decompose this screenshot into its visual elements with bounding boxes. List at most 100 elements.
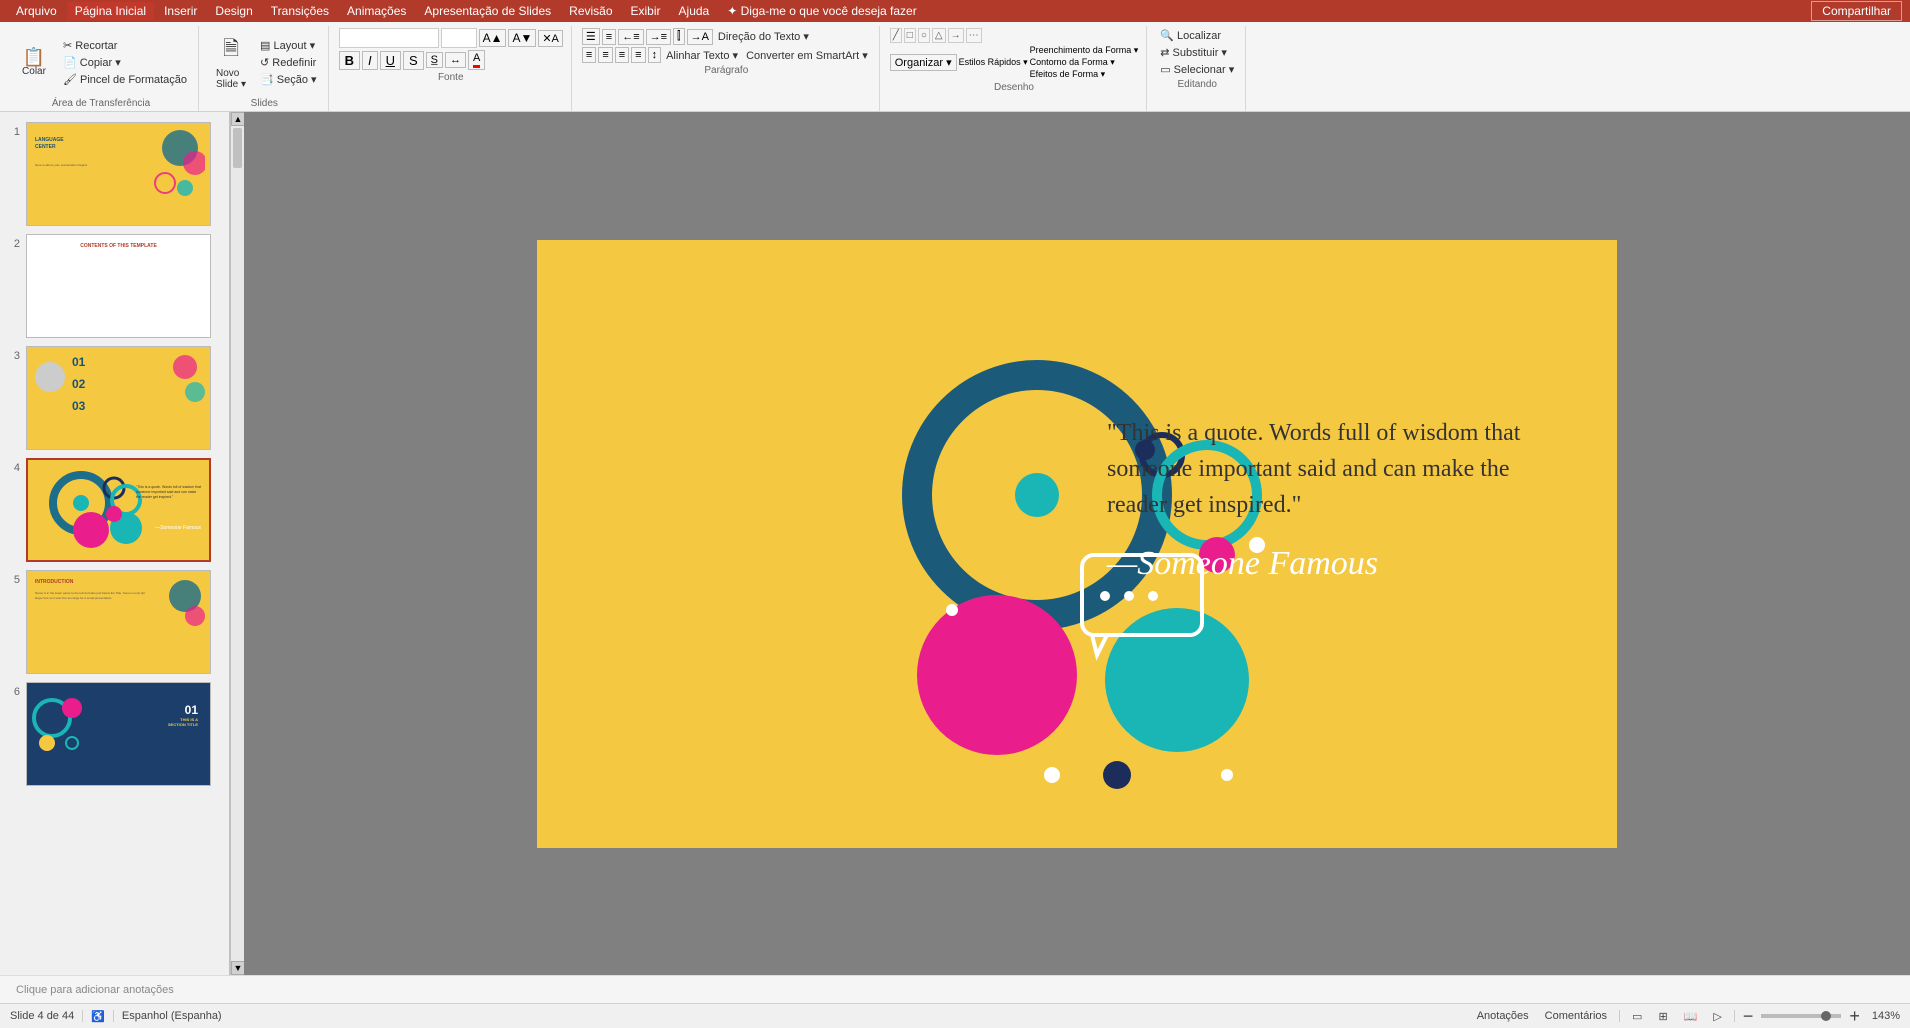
bullet-list-button[interactable]: ☰: [582, 28, 600, 45]
slide-img-1[interactable]: LANGUAGECENTER Here is where your presen…: [26, 122, 211, 226]
line-spacing-button[interactable]: ↕: [648, 47, 662, 63]
shape-more[interactable]: ⋯: [966, 28, 982, 43]
shadow-button[interactable]: S̲: [426, 52, 443, 68]
layout-button[interactable]: ▤ Layout ▾: [257, 38, 320, 53]
scroll-down-button[interactable]: ▼: [231, 961, 245, 975]
slide-thumb-3[interactable]: 3 01 02 03: [4, 344, 225, 452]
decrease-font-button[interactable]: A▼: [508, 29, 536, 47]
normal-view-button[interactable]: ▭: [1628, 1010, 1646, 1023]
arrange-button[interactable]: Organizar ▾: [890, 54, 957, 71]
text-dir-button[interactable]: →A: [687, 29, 713, 45]
scroll-up-button[interactable]: ▲: [231, 112, 245, 126]
clear-format-button[interactable]: ✕A: [538, 30, 563, 47]
convert-smartart-button[interactable]: Converter em SmartArt ▾: [743, 48, 871, 63]
shape-tri[interactable]: △: [932, 28, 946, 43]
section-button[interactable]: 📑 Seção ▾: [257, 72, 320, 87]
slide-canvas[interactable]: "This is a quote. Words full of wisdom t…: [537, 240, 1617, 848]
canvas-area[interactable]: "This is a quote. Words full of wisdom t…: [244, 112, 1910, 975]
font-color-button[interactable]: A: [468, 50, 485, 70]
slide-sorter-button[interactable]: ⊞: [1654, 1010, 1671, 1023]
slide-panel-scrollbar[interactable]: ▲ ▼: [230, 112, 244, 975]
cut-button[interactable]: ✂ Recortar: [60, 38, 190, 53]
menu-arquivo[interactable]: Arquivo: [8, 2, 65, 20]
notes-button[interactable]: Anotações: [1473, 1010, 1533, 1022]
slide-num-2: 2: [6, 238, 20, 250]
shape-rect[interactable]: □: [904, 28, 916, 43]
slide-thumb-1[interactable]: 1 LANGUAGECENTER Here is where your pres…: [4, 120, 225, 228]
comments-button[interactable]: Comentários: [1541, 1010, 1611, 1022]
accessibility-icon[interactable]: ♿: [91, 1010, 105, 1023]
align-right-button[interactable]: ≡: [615, 47, 629, 63]
outline-button[interactable]: Contorno da Forma ▾: [1030, 57, 1139, 68]
zoom-slider[interactable]: [1761, 1014, 1841, 1018]
fill-button[interactable]: Preenchimento da Forma ▾: [1030, 45, 1139, 56]
copy-button[interactable]: 📄 Copiar ▾: [60, 55, 190, 70]
menu-apresentacao[interactable]: Apresentação de Slides: [416, 2, 559, 20]
decrease-indent-button[interactable]: ←≡: [618, 29, 643, 45]
menu-revisao[interactable]: Revisão: [561, 2, 620, 20]
slide-img-4[interactable]: "This is a quote. Words full of wisdom t…: [26, 458, 211, 562]
paste-button[interactable]: 📋 Colar: [12, 33, 56, 91]
notes-placeholder[interactable]: Clique para adicionar anotações: [16, 984, 174, 996]
scroll-thumb[interactable]: [233, 128, 242, 168]
menu-ajuda[interactable]: Ajuda: [671, 2, 718, 20]
slide-img-3[interactable]: 01 02 03: [26, 346, 211, 450]
slide-img-2[interactable]: CONTENTS OF THIS TEMPLATE: [26, 234, 211, 338]
paste-label: Colar: [22, 66, 46, 77]
italic-button[interactable]: I: [362, 51, 378, 70]
num-list-button[interactable]: ≡: [602, 29, 616, 45]
menu-diga[interactable]: ✦ Diga-me o que você deseja fazer: [719, 2, 925, 20]
new-slide-button[interactable]: 🗎 NovoSlide ▾: [209, 33, 253, 91]
s5-content: Name is in the lower panel to the left a…: [35, 591, 150, 600]
menu-animacoes[interactable]: Animações: [339, 2, 414, 20]
align-left-button[interactable]: ≡: [582, 47, 596, 63]
s3-num3: 03: [72, 399, 85, 413]
reading-view-button[interactable]: 📖: [1680, 1010, 1702, 1023]
menu-inserir[interactable]: Inserir: [156, 2, 205, 20]
slide-img-6[interactable]: 01 THIS IS ASECTION TITLE: [26, 682, 211, 786]
quote-area: "This is a quote. Words full of wisdom t…: [1107, 415, 1547, 583]
share-button[interactable]: Compartilhar: [1811, 1, 1902, 21]
find-button[interactable]: 🔍 Localizar: [1157, 28, 1237, 43]
font-controls: A▲ A▼ ✕A B I U S S̲ ↔ A: [339, 28, 563, 70]
replace-button[interactable]: ⇄ Substituir ▾: [1157, 45, 1237, 60]
text-direction-button[interactable]: Direção do Texto ▾: [715, 29, 812, 44]
bold-button[interactable]: B: [339, 51, 360, 70]
spacing-button[interactable]: ↔: [445, 52, 466, 68]
zoom-in-button[interactable]: +: [1849, 1006, 1860, 1027]
select-button[interactable]: ▭ Selecionar ▾: [1157, 62, 1237, 77]
shape-arrow[interactable]: →: [948, 28, 964, 43]
reset-button[interactable]: ↺ Redefinir: [257, 55, 320, 70]
increase-indent-button[interactable]: →≡: [646, 29, 671, 45]
justify-button[interactable]: ≡: [631, 47, 645, 63]
align-center-button[interactable]: ≡: [598, 47, 612, 63]
scroll-thumb-area[interactable]: [231, 126, 244, 961]
increase-font-button[interactable]: A▲: [479, 29, 507, 47]
shape-circle[interactable]: ○: [918, 28, 930, 43]
notes-bar[interactable]: Clique para adicionar anotações: [0, 975, 1910, 1003]
col-button[interactable]: ⫿: [673, 28, 685, 45]
font-size-input[interactable]: [441, 28, 477, 48]
font-family-input[interactable]: [339, 28, 439, 48]
menu-design[interactable]: Design: [207, 2, 260, 20]
menu-transicoes[interactable]: Transições: [263, 2, 337, 20]
slide-img-5[interactable]: INTRODUCTION Name is in the lower panel …: [26, 570, 211, 674]
quick-style-a[interactable]: Estilos Rápidos ▾: [959, 57, 1028, 68]
underline-button[interactable]: U: [380, 51, 401, 70]
slide-thumb-4[interactable]: 4 "This is a quote. Words full of wis: [4, 456, 225, 564]
strikethrough-button[interactable]: S: [403, 51, 424, 70]
slide-thumb-2[interactable]: 2 CONTENTS OF THIS TEMPLATE: [4, 232, 225, 340]
align-text-button[interactable]: Alinhar Texto ▾: [663, 48, 741, 63]
s3-circles: [165, 352, 205, 412]
menu-pagina-inicial[interactable]: Página Inicial: [67, 2, 154, 20]
font-label: Fonte: [438, 72, 464, 83]
zoom-out-button[interactable]: −: [1743, 1006, 1754, 1027]
slide-thumb-5[interactable]: 5 INTRODUCTION Name is in the lower pane…: [4, 568, 225, 676]
shape-line[interactable]: ╱: [890, 28, 902, 43]
slide-thumb-6[interactable]: 6 01 THIS IS ASECTION TITLE: [4, 680, 225, 788]
effect-button[interactable]: Efeitos de Forma ▾: [1030, 69, 1139, 80]
slideshow-button[interactable]: ▷: [1709, 1010, 1725, 1023]
menu-exibir[interactable]: Exibir: [623, 2, 669, 20]
s6-content: 01 THIS IS ASECTION TITLE: [168, 703, 198, 727]
format-painter-button[interactable]: 🖌 Pincel de Formatação: [60, 72, 190, 87]
